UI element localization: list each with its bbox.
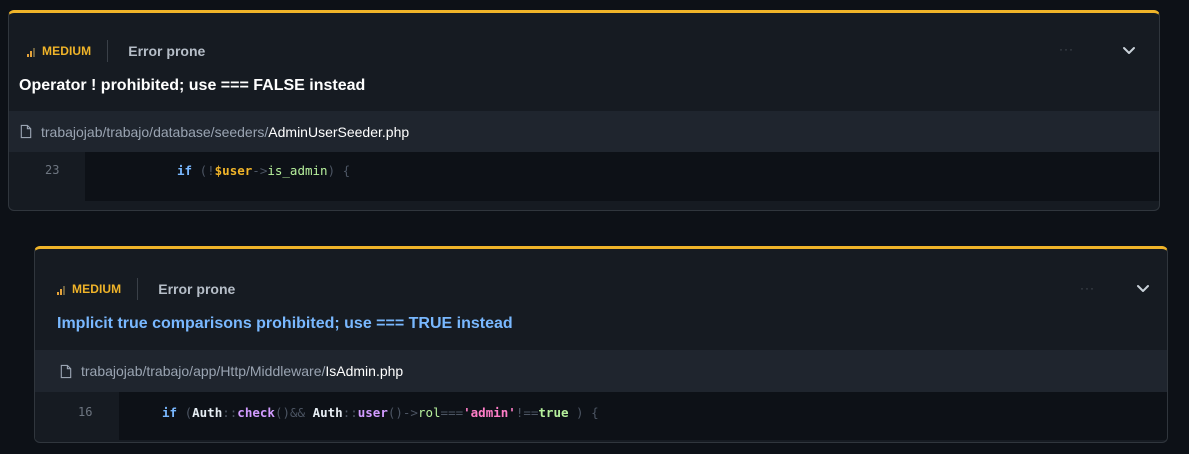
code-token: ()-> <box>387 405 418 420</box>
issue-card: MEDIUM Error prone Operator ! prohibited… <box>8 10 1160 211</box>
file-directory[interactable]: trabajojab/trabajo/app/Http/Middleware/ <box>81 363 325 379</box>
code-snippet: 16 if (Auth::check()&& Auth::user()->rol… <box>35 392 1167 440</box>
line-number: 23 <box>9 152 85 201</box>
issue-header[interactable]: MEDIUM Error prone Implicit true compari… <box>35 249 1167 350</box>
code-token: === <box>440 405 464 420</box>
chevron-down-icon[interactable] <box>1121 42 1137 58</box>
issue-meta: MEDIUM Error prone <box>57 278 235 300</box>
more-options-button[interactable]: ··· <box>1080 281 1095 295</box>
issue-header[interactable]: MEDIUM Error prone Operator ! prohibited… <box>9 13 1159 111</box>
code-token: ) { <box>568 405 599 420</box>
code-token: Auth <box>192 405 223 420</box>
issue-meta: MEDIUM Error prone <box>27 40 205 62</box>
code-token: true <box>538 405 569 420</box>
file-icon <box>60 364 72 378</box>
code-token: :: <box>342 405 358 420</box>
issue-card: MEDIUM Error prone Implicit true compari… <box>34 246 1168 443</box>
file-directory[interactable]: trabajojab/trabajo/database/seeders/ <box>41 124 268 140</box>
category-label: Error prone <box>128 43 206 59</box>
code-token: rol <box>417 405 441 420</box>
file-name[interactable]: IsAdmin.php <box>325 363 403 379</box>
code-token: ! <box>207 163 215 178</box>
file-path-bar[interactable]: trabajojab/trabajo/database/seeders/Admi… <box>9 111 1159 152</box>
file-icon <box>20 124 32 139</box>
code-token: ( <box>192 163 208 178</box>
file-path-bar[interactable]: trabajojab/trabajo/app/Http/Middleware/I… <box>35 350 1167 392</box>
code-token: if <box>162 405 178 420</box>
divider <box>107 40 109 62</box>
code-token: check <box>237 405 275 420</box>
code-token: Auth <box>312 405 343 420</box>
code-token: $user <box>214 163 253 178</box>
divider <box>137 278 139 300</box>
code-token: is_admin <box>267 163 328 178</box>
line-number: 16 <box>35 392 119 440</box>
code-token: -> <box>252 163 268 178</box>
code-token: user <box>357 405 388 420</box>
severity-bars-icon <box>27 46 36 57</box>
code-snippet: 23 if (!$user->is_admin) { <box>9 152 1159 201</box>
code-token: !== <box>515 405 539 420</box>
more-options-button[interactable]: ··· <box>1059 42 1074 56</box>
code-token: ( <box>177 405 193 420</box>
code-token: if <box>177 163 193 178</box>
severity-label: MEDIUM <box>42 44 92 58</box>
code-token: :: <box>222 405 238 420</box>
issue-title[interactable]: Operator ! prohibited; use === FALSE ins… <box>19 77 365 95</box>
issue-title[interactable]: Implicit true comparisons prohibited; us… <box>57 315 513 333</box>
severity-bars-icon <box>57 284 66 295</box>
code-line: if (Auth::check()&& Auth::user()->rol===… <box>119 392 599 440</box>
code-token: ) { <box>327 163 351 178</box>
code-token: ()&& <box>274 405 313 420</box>
chevron-down-icon[interactable] <box>1135 280 1151 296</box>
code-line: if (!$user->is_admin) { <box>85 152 350 201</box>
category-label: Error prone <box>158 281 236 297</box>
severity-label: MEDIUM <box>72 282 122 296</box>
file-name[interactable]: AdminUserSeeder.php <box>268 124 409 140</box>
code-token: 'admin' <box>463 405 516 420</box>
